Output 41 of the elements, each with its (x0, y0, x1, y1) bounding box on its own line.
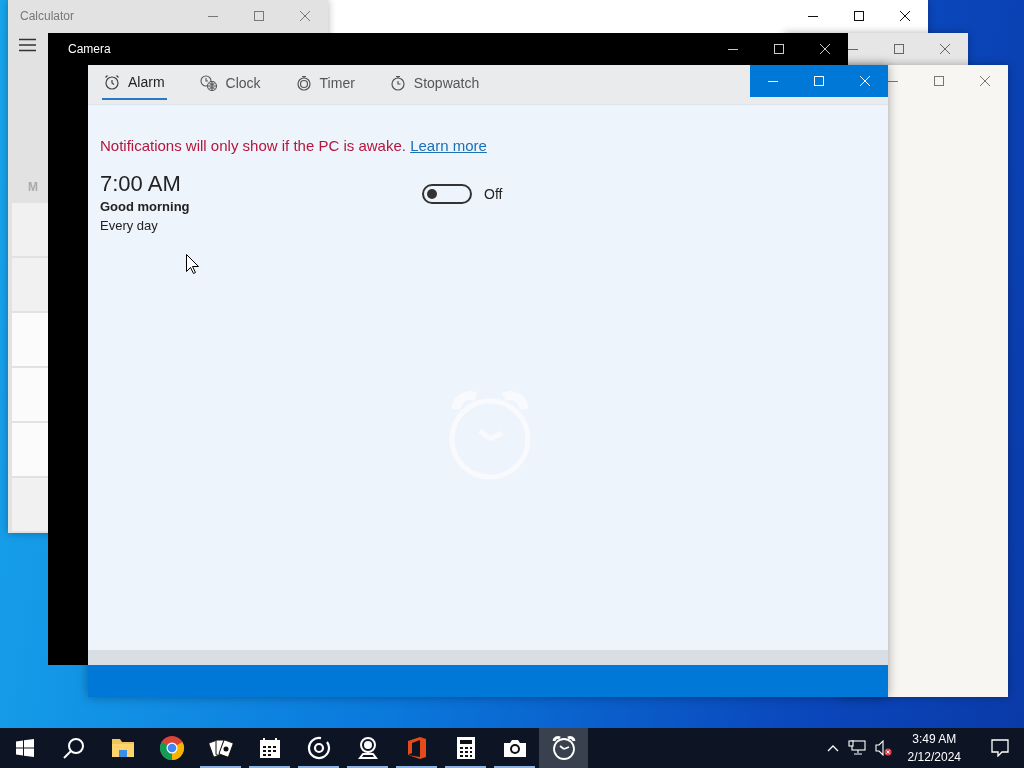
clock-date[interactable]: 2/12/2024 (907, 748, 961, 766)
tab[interactable]: Stopwatch (387, 65, 482, 103)
toggle-state-label: Off (484, 185, 503, 202)
calendar-icon (258, 737, 281, 759)
mouse-pointer-icon (186, 254, 199, 274)
camera-icon (502, 738, 527, 758)
alarm-time: 7:00 AM (100, 171, 182, 197)
notification-icon[interactable] (991, 739, 1009, 757)
round-logo-icon (158, 735, 185, 761)
network-icon[interactable] (847, 740, 866, 756)
folder-icon (110, 737, 135, 759)
windows-logo-icon (15, 739, 34, 757)
window-title: Camera (67, 42, 111, 56)
clock-globe-icon (199, 75, 218, 91)
playing-cards-icon (208, 737, 233, 759)
alarm-clock-icon (104, 73, 120, 90)
tab[interactable]: Timer (293, 65, 357, 103)
disc-icon (306, 736, 331, 760)
maximize-icon[interactable] (854, 11, 864, 21)
volume-icon[interactable] (874, 740, 893, 756)
caret-up-icon[interactable] (826, 744, 839, 752)
alarm-name: Good morning (100, 199, 191, 214)
alarm-repeat: Every day (100, 218, 159, 233)
memory-label: M (28, 180, 38, 194)
taskbar-button[interactable] (539, 728, 588, 768)
tab[interactable]: Alarm (102, 65, 167, 100)
notice-text: Notifications will only show if the PC is awake. Learn more (100, 137, 488, 154)
tab[interactable]: Clock (197, 65, 263, 103)
calculator-icon (455, 736, 476, 760)
clock-time[interactable]: 3:49 AM (912, 730, 957, 748)
alarm-clock-icon (550, 735, 577, 761)
window-title: Calculator (19, 9, 75, 23)
close-icon[interactable] (900, 11, 910, 21)
toggle-switch[interactable] (422, 183, 472, 204)
square-logo-icon (405, 736, 428, 760)
menu-icon[interactable] (19, 38, 37, 52)
map-pin-icon (355, 736, 380, 760)
search-icon (62, 737, 85, 759)
stopwatch-icon (389, 75, 406, 91)
learn-more-link[interactable]: Learn more (410, 137, 487, 154)
timer-icon (295, 75, 312, 91)
